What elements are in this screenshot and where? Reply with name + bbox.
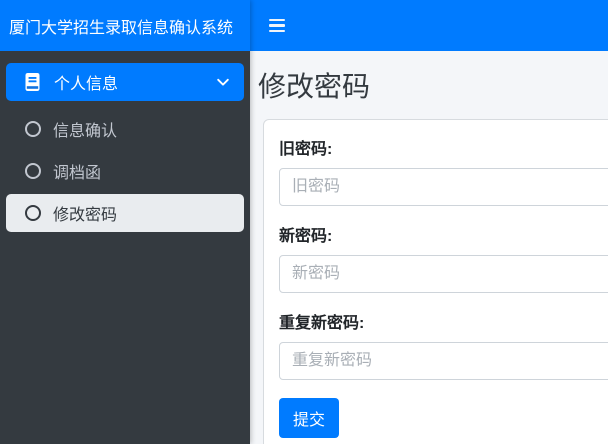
hamburger-icon [269,19,285,21]
change-password-card: 旧密码: 新密码: 重复新密码: 提交 [263,119,608,444]
brand-title: 厦门大学招生录取信息确认系统 [9,14,233,38]
chevron-down-icon [216,75,230,89]
repeat-password-group: 重复新密码: [279,309,608,380]
top-navbar [250,0,608,51]
sidebar-item-label: 信息确认 [53,117,117,141]
circle-icon [25,205,41,221]
sidebar-item-info-confirm[interactable]: 信息确认 [6,110,244,148]
sidebar-item-label: 个人信息 [54,70,118,94]
sidebar-item-label: 调档函 [53,159,101,183]
sidebar-item-change-password[interactable]: 修改密码 [6,194,244,232]
old-password-label: 旧密码: [279,135,608,159]
brand[interactable]: 厦门大学招生录取信息确认系统 [0,0,250,51]
repeat-password-label: 重复新密码: [279,309,608,333]
new-password-input[interactable] [279,255,608,293]
sidebar-item-label: 修改密码 [53,201,117,225]
repeat-password-input[interactable] [279,342,608,380]
card-body: 旧密码: 新密码: 重复新密码: 提交 [264,120,608,444]
sidebar-nav: 个人信息 信息确认 调档函 修改密码 [0,51,250,232]
page-title: 修改密码 [258,70,608,104]
circle-icon [25,163,41,179]
new-password-group: 新密码: [279,222,608,293]
new-password-label: 新密码: [279,222,608,246]
old-password-input[interactable] [279,168,608,206]
book-icon [22,72,42,92]
menu-toggle-button[interactable] [269,19,285,33]
app-root: 厦门大学招生录取信息确认系统 个人信息 [0,0,608,444]
sidebar-item-personal-info[interactable]: 个人信息 [6,63,244,101]
circle-icon [25,121,41,137]
sidebar-item-transfer-letter[interactable]: 调档函 [6,152,244,190]
content-area: 修改密码 旧密码: 新密码: 重复新密码: 提交 [250,51,608,444]
old-password-group: 旧密码: [279,135,608,206]
submit-button[interactable]: 提交 [279,398,339,438]
sidebar: 厦门大学招生录取信息确认系统 个人信息 [0,0,250,444]
